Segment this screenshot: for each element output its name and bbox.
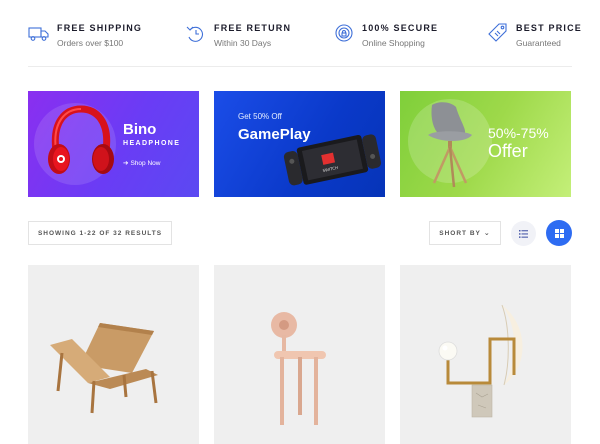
banner-gameplay[interactable]: Get 50% Off GamePlay SWITCH: [214, 91, 385, 197]
arrow-right-icon: ➔: [123, 160, 129, 167]
grid-view-button[interactable]: [546, 220, 572, 246]
grid-icon: [554, 228, 564, 238]
secure-icon: [335, 24, 353, 42]
divider: [28, 66, 572, 67]
return-icon: [186, 26, 204, 42]
chair-image: [428, 102, 472, 188]
game-console-image: SWITCH: [283, 134, 382, 186]
feature-title: BEST PRICE: [516, 23, 583, 33]
results-count: SHOWING 1-22 OF 32 RESULTS: [28, 221, 172, 245]
price-tag-icon: [488, 23, 507, 42]
feature-subtitle: Online Shopping: [362, 38, 425, 48]
feature-title: 100% SECURE: [362, 23, 439, 33]
banner-subtitle: HEADPHONE: [123, 140, 181, 147]
lamp-product-image: [438, 304, 523, 418]
sort-by-dropdown[interactable]: SHORT BY ⌄: [429, 221, 501, 245]
feature-subtitle: Within 30 Days: [214, 38, 272, 48]
shop-now-link[interactable]: ➔ Shop Now: [123, 159, 160, 167]
product-card[interactable]: [400, 265, 571, 444]
chair-product-image: [271, 312, 326, 425]
shop-now-label: Shop Now: [130, 160, 161, 167]
chevron-down-icon: ⌄: [483, 230, 491, 237]
feature-title: FREE RETURN: [214, 23, 292, 33]
banner-title: Bino: [123, 121, 157, 138]
product-card[interactable]: [28, 265, 199, 444]
sort-by-label: SHORT BY: [439, 229, 481, 237]
banner-offer[interactable]: 50%-75% Offer: [400, 91, 571, 197]
list-view-button[interactable]: [511, 221, 536, 246]
features-bar: FREE SHIPPING Orders over $100 FREE RETU…: [28, 18, 600, 54]
banner-title: 50%-75%: [488, 125, 549, 141]
banner-offer-text: Offer: [488, 141, 528, 161]
feature-subtitle: Guaranteed: [516, 38, 561, 48]
product-card[interactable]: [214, 265, 385, 444]
headphones-image: [48, 105, 114, 174]
magazine-rack-image: [50, 323, 158, 414]
banner-headphone[interactable]: Bino HEADPHONE ➔ Shop Now: [28, 91, 199, 197]
list-icon: [519, 229, 528, 238]
truck-icon: [28, 27, 49, 41]
feature-title: FREE SHIPPING: [57, 23, 143, 33]
feature-subtitle: Orders over $100: [57, 38, 124, 48]
